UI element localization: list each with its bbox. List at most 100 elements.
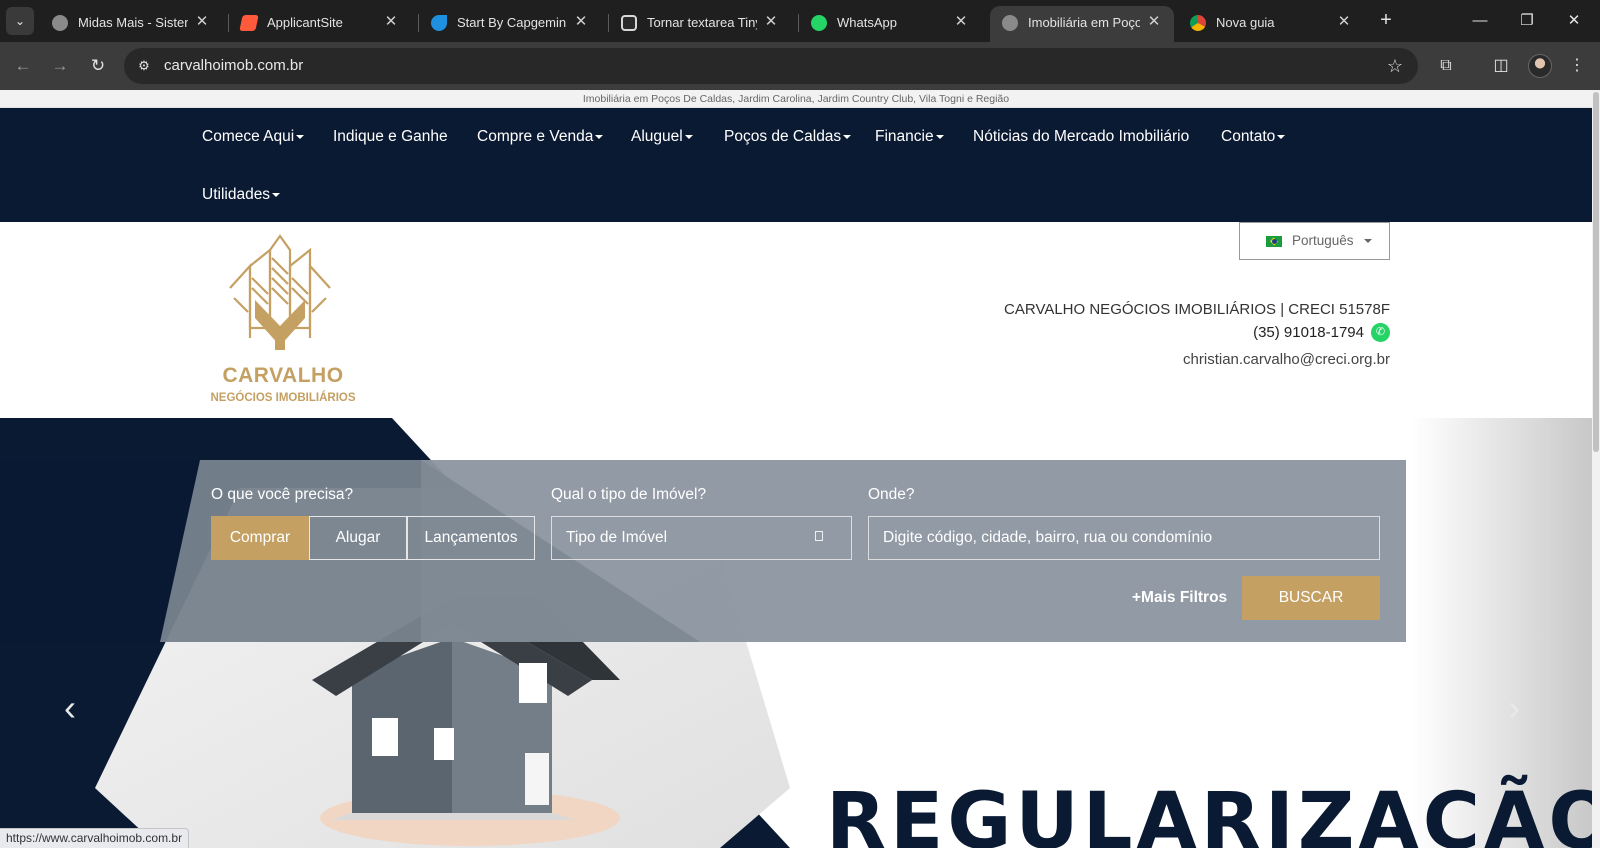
capgemini-icon (431, 15, 447, 31)
applicantsite-icon (239, 15, 259, 31)
tab-title: WhatsApp (837, 15, 897, 30)
profile-avatar[interactable] (1528, 54, 1552, 78)
tab-chatgpt[interactable]: Tornar textarea Tiny ✕ (609, 6, 791, 42)
close-icon[interactable]: ✕ (1334, 12, 1354, 32)
scrollbar-thumb[interactable] (1593, 92, 1599, 452)
chevron-down-icon (1277, 134, 1286, 139)
close-icon[interactable]: ✕ (1144, 12, 1164, 32)
chevron-down-icon (1364, 239, 1372, 243)
nav-indique-e-ganhe[interactable]: Indique e Ganhe (333, 127, 448, 147)
language-label: Português (1292, 233, 1354, 248)
tab-imobiliaria[interactable]: Imobiliária em Poços ✕ (990, 6, 1174, 42)
location-placeholder: Digite código, cidade, bairro, rua ou co… (883, 529, 1213, 546)
more-filters-link[interactable]: +Mais Filtros (1132, 588, 1227, 608)
whatsapp-icon (811, 15, 827, 31)
nav-compre-e-venda[interactable]: Compre e Venda (477, 127, 604, 147)
nav-comece-aqui[interactable]: Comece Aqui (202, 127, 305, 147)
chevron-down-icon (843, 134, 852, 139)
close-window-button[interactable]: ✕ (1551, 8, 1597, 34)
nav-pocos-de-caldas[interactable]: Poços de Caldas (724, 127, 852, 147)
label-property-type: Qual o tipo de Imóvel? (551, 486, 707, 503)
close-icon[interactable]: ✕ (571, 12, 591, 32)
nav-utilidades[interactable]: Utilidades (202, 185, 281, 205)
email-address[interactable]: christian.carvalho@creci.org.br (1183, 351, 1390, 369)
nav-financie[interactable]: Financie (875, 127, 944, 147)
chevron-down-icon (684, 134, 693, 139)
tab-title: Tornar textarea Tiny (647, 15, 757, 30)
mode-alugar-button[interactable]: Alugar (309, 516, 407, 560)
page-scrollbar[interactable] (1592, 90, 1600, 848)
mode-lancamentos-button[interactable]: Lançamentos (407, 516, 535, 560)
site-tagline: Imobiliária em Poços De Caldas, Jardim C… (0, 90, 1592, 108)
chatgpt-icon (621, 15, 637, 31)
web-page: Imobiliária em Poços De Caldas, Jardim C… (0, 90, 1592, 848)
nav-label: Comece Aqui (202, 128, 295, 145)
tab-title: ApplicantSite (267, 15, 343, 30)
main-navigation: Comece Aqui Indique e Ganhe Compre e Ven… (0, 108, 1592, 222)
nav-noticias[interactable]: Nóticias do Mercado Imobiliário (973, 127, 1189, 147)
logo-subtitle: NEGÓCIOS IMOBILIÁRIOS (210, 392, 356, 404)
side-panel-icon[interactable]: ◫ (1488, 53, 1514, 79)
new-tab-button[interactable]: + (1374, 9, 1398, 33)
company-logo[interactable]: CARVALHO NEGÓCIOS IMOBILIÁRIOS (200, 228, 366, 408)
back-button[interactable]: ← (9, 52, 37, 80)
tab-title: Imobiliária em Poços (1028, 15, 1140, 30)
logo-buildings-icon (229, 234, 331, 350)
globe-icon (1002, 15, 1018, 31)
forward-button[interactable]: → (46, 52, 74, 80)
address-bar[interactable]: ⚙ carvalhoimob.com.br ☆ (124, 48, 1418, 84)
chevron-down-icon (595, 134, 604, 139)
minimize-button[interactable]: — (1457, 8, 1503, 34)
property-type-value: Tipo de Imóvel (566, 529, 668, 546)
tab-title: Nova guia (1216, 15, 1275, 30)
search-submit-button[interactable]: BUSCAR (1242, 576, 1380, 620)
tab-title: Midas Mais - Sistema (78, 15, 188, 30)
site-settings-icon[interactable]: ⚙ (134, 56, 154, 76)
whatsapp-icon[interactable]: ✆ (1371, 323, 1390, 342)
label-where: Onde? (868, 486, 915, 503)
nav-label: Financie (875, 128, 934, 145)
tab-whatsapp[interactable]: WhatsApp ✕ (799, 6, 981, 42)
status-bar-url: https://www.carvalhoimob.com.br (0, 828, 190, 848)
carousel-prev-icon[interactable]: ‹ (64, 688, 76, 728)
restore-button[interactable]: ❐ (1504, 8, 1550, 34)
chevron-down-icon (935, 134, 944, 139)
extensions-icon[interactable]: ⧉ (1433, 53, 1459, 79)
property-type-select[interactable]: Tipo de Imóvel (551, 516, 852, 560)
tab-midas[interactable]: Midas Mais - Sistema ✕ (40, 6, 222, 42)
close-icon[interactable]: ✕ (761, 12, 781, 32)
carousel-next-icon[interactable]: › (1508, 688, 1520, 728)
nav-contato[interactable]: Contato (1221, 127, 1286, 147)
location-search-input[interactable]: Digite código, cidade, bairro, rua ou co… (868, 516, 1380, 560)
browser-tab-bar: ⌄ Midas Mais - Sistema ✕ ApplicantSite ✕… (0, 0, 1600, 42)
mode-comprar-button[interactable]: Comprar (211, 516, 309, 560)
tab-applicantsite[interactable]: ApplicantSite ✕ (229, 6, 411, 42)
nav-label: Indique e Ganhe (333, 128, 448, 145)
hero-headline: REGULARIZAÇÃO (826, 777, 1592, 848)
property-search-panel: O que você precisa? Qual o tipo de Imóve… (0, 460, 1406, 642)
hero-banner: O que você precisa? Qual o tipo de Imóve… (0, 418, 1592, 848)
close-icon[interactable]: ✕ (381, 12, 401, 32)
nav-label: Contato (1221, 128, 1276, 145)
tab-capgemini[interactable]: Start By Capgemini ✕ (419, 6, 601, 42)
label-what-you-need: O que você precisa? (211, 486, 354, 503)
chevron-down-icon (272, 192, 281, 197)
reload-button[interactable]: ↻ (84, 52, 112, 80)
bookmark-star-icon[interactable]: ☆ (1384, 55, 1406, 77)
nav-label: Poços de Caldas (724, 128, 842, 145)
url-text[interactable]: carvalhoimob.com.br (164, 57, 303, 75)
nav-aluguel[interactable]: Aluguel (631, 127, 693, 147)
close-icon[interactable]: ✕ (192, 12, 212, 32)
close-icon[interactable]: ✕ (951, 12, 971, 32)
phone-number[interactable]: (35) 91018-1794 (1253, 324, 1364, 342)
tab-nova-guia[interactable]: Nova guia ✕ (1178, 6, 1364, 42)
browser-toolbar: ← → ↻ ⚙ carvalhoimob.com.br ☆ ⧉ ◫ ⋮ (0, 42, 1600, 90)
menu-icon[interactable]: ⋮ (1564, 53, 1590, 79)
logo-title: CARVALHO (222, 364, 344, 387)
nav-label: Aluguel (631, 128, 683, 145)
chrome-icon (1190, 15, 1206, 31)
nav-label: Compre e Venda (477, 128, 594, 145)
tab-search-button[interactable]: ⌄ (6, 7, 34, 35)
nav-label: Nóticias do Mercado Imobiliário (973, 128, 1190, 145)
language-selector[interactable]: Português (1239, 222, 1390, 260)
